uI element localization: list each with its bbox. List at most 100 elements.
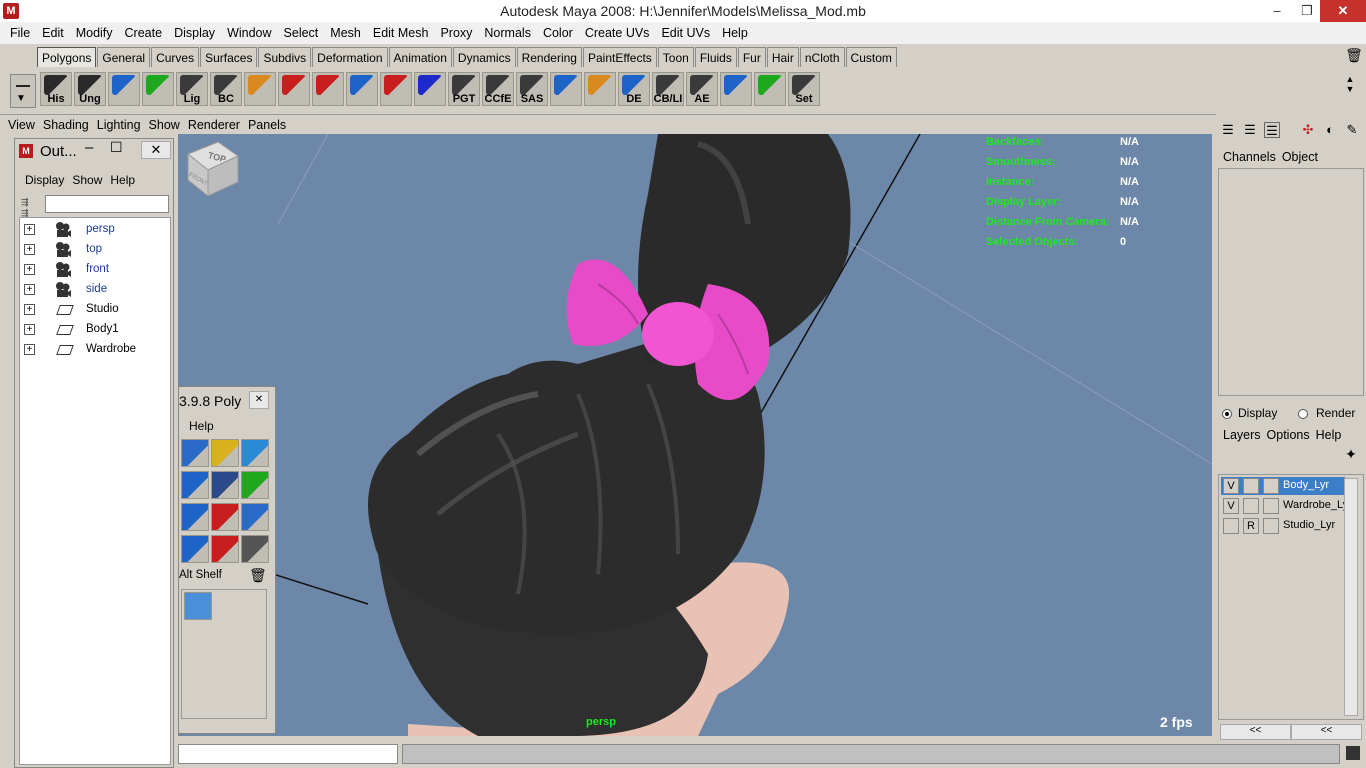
menu-normals[interactable]: Normals <box>478 26 537 40</box>
trash-icon[interactable]: 🗑 <box>1345 47 1363 65</box>
arrows-tool-icon[interactable] <box>211 535 239 563</box>
outliner-item-persp[interactable]: + persp <box>20 220 170 240</box>
expand-icon[interactable]: + <box>24 324 35 335</box>
expand-icon[interactable]: + <box>24 264 35 275</box>
layer-playback-toggle[interactable]: R <box>1243 518 1259 534</box>
outliner-menu-display[interactable]: Display <box>21 173 68 191</box>
menu-file[interactable]: File <box>4 26 36 40</box>
close-button[interactable]: ✕ <box>141 141 171 159</box>
menu-modify[interactable]: Modify <box>70 26 119 40</box>
de-icon[interactable]: DE <box>618 72 650 106</box>
split-icon[interactable] <box>211 503 239 531</box>
tab-polygons[interactable]: Polygons <box>37 47 97 67</box>
ungroup-icon[interactable]: Ung <box>74 72 106 106</box>
undo-red-icon[interactable] <box>278 72 310 106</box>
shelf-scroll[interactable]: ▲ ▼ <box>1340 74 1360 108</box>
tool-icon[interactable]: ✎ <box>1344 122 1360 138</box>
channel-menu-channels[interactable]: Channels <box>1220 150 1279 164</box>
gear-tool-icon[interactable] <box>312 72 344 106</box>
panel-menu-show[interactable]: Show <box>145 118 184 132</box>
layer-visibility-toggle[interactable]: V <box>1223 478 1239 494</box>
viewport-persp[interactable]: Backfaces: N/A Smoothness: N/A Instance: N/A D… <box>178 134 1212 736</box>
pipe-tool-icon[interactable] <box>754 72 786 106</box>
panel-menu-lighting[interactable]: Lighting <box>93 118 145 132</box>
axis-tool-icon[interactable] <box>380 72 412 106</box>
cube-select-icon[interactable] <box>108 72 140 106</box>
outliner-item-top[interactable]: + top <box>20 240 170 260</box>
history-icon[interactable]: His <box>40 72 72 106</box>
layer-playback-toggle[interactable] <box>1243 478 1259 494</box>
layer-color-swatch[interactable] <box>1263 478 1279 494</box>
tab-subdivs[interactable]: Subdivs <box>258 47 312 67</box>
cut-icon[interactable] <box>181 503 209 531</box>
expand-icon[interactable]: + <box>24 284 35 295</box>
layer-row[interactable]: V Body_Lyr <box>1221 477 1345 495</box>
menu-create-uvs[interactable]: Create UVs <box>579 26 656 40</box>
layer-visibility-toggle[interactable]: V <box>1223 498 1239 514</box>
cylinder-icon[interactable] <box>720 72 752 106</box>
uv-grid-icon[interactable] <box>184 592 212 620</box>
plane-blue-icon[interactable] <box>550 72 582 106</box>
close-button[interactable]: ✕ <box>1320 0 1366 22</box>
sphere-paint-icon[interactable] <box>142 72 174 106</box>
minimize-button[interactable]: – <box>1262 0 1292 22</box>
tab-painteffects[interactable]: PaintEffects <box>582 47 657 67</box>
script-editor-icon[interactable] <box>1346 746 1360 760</box>
menu-mesh[interactable]: Mesh <box>324 26 367 40</box>
menu-edit-uvs[interactable]: Edit UVs <box>655 26 716 40</box>
tab-deformation[interactable]: Deformation <box>312 47 388 67</box>
cb-icon[interactable]: CB/LI <box>652 72 684 106</box>
sas-icon[interactable]: SAS <box>516 72 548 106</box>
outliner-item-front[interactable]: + front <box>20 260 170 280</box>
key-set-icon[interactable]: Set <box>788 72 820 106</box>
menu-window[interactable]: Window <box>221 26 277 40</box>
viewcube-icon[interactable]: TOP FRONT <box>178 134 244 200</box>
layer-row[interactable]: R Studio_Lyr <box>1221 517 1345 535</box>
help-menu[interactable]: Help <box>189 419 214 433</box>
outliner-item-wardrobe[interactable]: + Wardrobe <box>20 340 170 360</box>
layer-visibility-toggle[interactable] <box>1223 518 1239 534</box>
outliner-item-body1[interactable]: + Body1 <box>20 320 170 340</box>
uv-tool-icon[interactable] <box>211 439 239 467</box>
pgt-icon[interactable]: PGT <box>448 72 480 106</box>
shelf-menu-button[interactable]: ▼ <box>10 74 36 108</box>
outliner-menu-help[interactable]: Help <box>106 173 139 191</box>
menu-color[interactable]: Color <box>537 26 579 40</box>
cube-small-icon[interactable] <box>181 535 209 563</box>
ccfe-icon[interactable]: CCfE <box>482 72 514 106</box>
cube-blue-icon[interactable] <box>181 471 209 499</box>
camera-tool-icon[interactable] <box>241 535 269 563</box>
layer-row[interactable]: V Wardrobe_Ly <box>1221 497 1348 515</box>
list-icon[interactable]: ☰ <box>1264 122 1280 138</box>
list-icon[interactable]: ☰ <box>1220 122 1236 138</box>
outliner-item-studio[interactable]: + Studio <box>20 300 170 320</box>
grass-icon[interactable] <box>241 471 269 499</box>
tab-fluids[interactable]: Fluids <box>694 47 737 67</box>
list-icon[interactable]: ☰ <box>1242 122 1258 138</box>
menu-select[interactable]: Select <box>278 26 325 40</box>
extrude-icon[interactable] <box>241 439 269 467</box>
menu-edit[interactable]: Edit <box>36 26 70 40</box>
radio-render[interactable] <box>1298 409 1308 419</box>
uv-grid-icon[interactable] <box>584 72 616 106</box>
outliner-menu-show[interactable]: Show <box>68 173 106 191</box>
outliner-search-input[interactable] <box>45 195 169 213</box>
tab-curves[interactable]: Curves <box>151 47 200 67</box>
tab-fur[interactable]: Fur <box>737 47 766 67</box>
expand-icon[interactable]: + <box>24 224 35 235</box>
layer-color-swatch[interactable] <box>1263 518 1279 534</box>
tab-dynamics[interactable]: Dynamics <box>452 47 516 67</box>
minimize-button[interactable]: – <box>85 139 93 156</box>
expand-icon[interactable]: + <box>24 304 35 315</box>
maximize-button[interactable]: ❐ <box>1292 0 1322 22</box>
menu-help[interactable]: Help <box>716 26 754 40</box>
tab-custom[interactable]: Custom <box>845 47 897 67</box>
grid-tool-icon[interactable] <box>346 72 378 106</box>
axis-icon[interactable]: ✣ <box>1300 122 1316 138</box>
ae-icon[interactable]: AE <box>686 72 718 106</box>
plane-icon[interactable] <box>181 439 209 467</box>
light-icon[interactable]: Lig <box>176 72 208 106</box>
expand-icon[interactable]: + <box>24 244 35 255</box>
filter-arrows-icon[interactable]: ⇶ ⇶ <box>21 197 29 219</box>
menu-display[interactable]: Display <box>168 26 221 40</box>
